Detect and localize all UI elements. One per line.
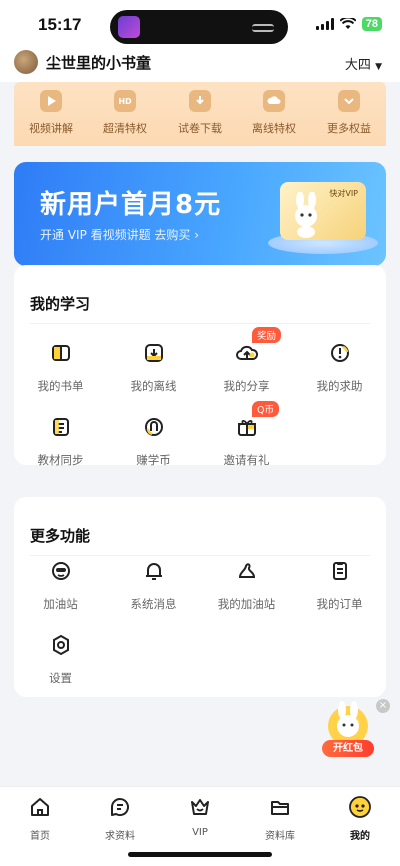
tab-vip[interactable]: VIP: [160, 795, 240, 838]
tab-label: 首页: [30, 831, 50, 842]
help-bubble-icon: [330, 344, 349, 362]
system-messages-item[interactable]: 系统消息: [107, 559, 200, 612]
grid-label: 赚学币: [136, 453, 171, 467]
divider: [30, 555, 370, 556]
grid-label: 邀请有礼: [223, 453, 270, 467]
vip-item-label: 超清特权: [103, 122, 147, 135]
banner-subtitle: 开通 VIP 看视频讲题 去购买 ›: [40, 228, 200, 242]
offline-download-icon: [144, 344, 163, 362]
grid-label: 系统消息: [130, 597, 177, 611]
grid-label: 我的离线: [130, 379, 177, 393]
my-station-item[interactable]: 我的加油站: [200, 559, 293, 612]
status-bar: 15:17 78: [0, 0, 400, 46]
grid-label: 我的书单: [37, 379, 84, 393]
divider: [30, 323, 370, 324]
more-features-card: 更多功能 加油站 系统消息 我的加油站 我的订单 设置: [14, 497, 386, 697]
dynamic-island: [110, 10, 288, 44]
my-study-card: 我的学习 我的书单 我的离线 奖励 我的分享 我的求助 教材同步 赚学币 Q币 …: [14, 265, 386, 468]
tab-request[interactable]: 求资料: [80, 795, 160, 842]
play-icon: [40, 90, 62, 112]
hd-icon: HD: [114, 90, 136, 112]
audio-wave-icon: [252, 24, 274, 32]
wifi-icon: [339, 18, 356, 29]
open-red-packet-button[interactable]: 开红包: [322, 740, 374, 757]
home-icon: [31, 798, 49, 816]
banner-title: 新用户首月8元: [40, 190, 222, 220]
vip-item-download[interactable]: 试卷下载: [163, 90, 237, 136]
grid-label: 加油站: [43, 597, 78, 611]
chat-icon: [111, 798, 129, 817]
grid-label: 我的求助: [316, 379, 363, 393]
status-time: 15:17: [38, 15, 82, 34]
vip-item-video[interactable]: 视频讲解: [14, 90, 88, 136]
vip-item-offline[interactable]: 离线特权: [237, 90, 311, 136]
grade-selector[interactable]: 大四 ▼: [345, 54, 382, 73]
more-features-title: 更多功能: [30, 527, 91, 545]
vip-promo-banner[interactable]: 新用户首月8元 开通 VIP 看视频讲题 去购买 › 快对VIP: [14, 162, 386, 266]
reward-badge: 奖励: [252, 327, 282, 343]
textbook-icon: [52, 418, 69, 436]
now-playing-artwork: [118, 16, 140, 38]
folder-icon: [271, 801, 289, 815]
rabbit-mascot-icon: [295, 192, 317, 238]
tab-label: 资料库: [265, 831, 295, 842]
q-coin-badge: Q币: [252, 401, 279, 417]
tab-label: 我的: [350, 831, 370, 842]
tab-label: VIP: [192, 827, 208, 838]
bell-icon: [145, 563, 162, 580]
close-icon[interactable]: ×: [376, 699, 390, 713]
my-help-item[interactable]: 我的求助: [293, 341, 386, 394]
profile-face-icon: [349, 796, 371, 818]
gift-icon: [237, 419, 256, 436]
settings-icon: [52, 634, 69, 656]
my-station-icon: [238, 563, 255, 578]
book-icon: [51, 345, 70, 361]
order-icon: [332, 562, 347, 580]
vip-item-label: 视频讲解: [29, 122, 73, 135]
username[interactable]: 尘世里的小书童: [46, 52, 151, 73]
grid-label: 我的分享: [223, 379, 270, 393]
status-icons: 78: [315, 17, 382, 31]
vip-item-label: 更多权益: [327, 122, 371, 135]
tab-label: 求资料: [105, 831, 135, 842]
battery-indicator: 78: [361, 17, 382, 31]
cloud-upload-icon: [235, 345, 258, 360]
vip-item-hd[interactable]: HD 超清特权: [88, 90, 162, 136]
my-booklist-item[interactable]: 我的书单: [14, 341, 107, 394]
my-study-title: 我的学习: [30, 295, 91, 313]
caret-down-icon: ▼: [375, 62, 382, 72]
home-indicator[interactable]: [128, 852, 272, 857]
grid-label: 教材同步: [37, 453, 84, 467]
earn-coins-item[interactable]: 赚学币: [107, 415, 200, 468]
vip-item-more[interactable]: 更多权益: [312, 90, 386, 136]
grid-label: 我的订单: [316, 597, 363, 611]
coin-icon: [144, 418, 163, 436]
signal-icon: [315, 18, 334, 30]
my-orders-item[interactable]: 我的订单: [293, 559, 386, 612]
crown-icon: [191, 799, 209, 815]
vip-item-label: 离线特权: [252, 122, 296, 135]
grade-label: 大四: [344, 58, 371, 73]
invite-gift-item[interactable]: Q币 邀请有礼: [200, 401, 293, 468]
offline-icon: [263, 90, 285, 112]
vip-item-label: 试卷下载: [178, 122, 222, 135]
download-icon: [189, 90, 211, 112]
tab-home[interactable]: 首页: [0, 795, 80, 842]
chevron-down-icon: [338, 90, 360, 112]
cheer-face-icon: [51, 562, 70, 580]
red-packet-float[interactable]: 开红包 ×: [318, 699, 390, 762]
textbook-sync-item[interactable]: 教材同步: [14, 415, 107, 468]
tab-library[interactable]: 资料库: [240, 795, 320, 842]
settings-item[interactable]: 设置: [14, 633, 107, 686]
grid-label: 我的加油站: [217, 597, 276, 611]
cheer-station-item[interactable]: 加油站: [14, 559, 107, 612]
profile-header: 尘世里的小书童 大四 ▼: [0, 46, 400, 82]
avatar[interactable]: [14, 50, 38, 74]
vip-card-text: 快对VIP: [329, 189, 358, 198]
grid-label: 设置: [49, 671, 72, 685]
tab-mine[interactable]: 我的: [320, 795, 400, 842]
my-share-item[interactable]: 奖励 我的分享: [200, 327, 293, 394]
my-offline-item[interactable]: 我的离线: [107, 341, 200, 394]
